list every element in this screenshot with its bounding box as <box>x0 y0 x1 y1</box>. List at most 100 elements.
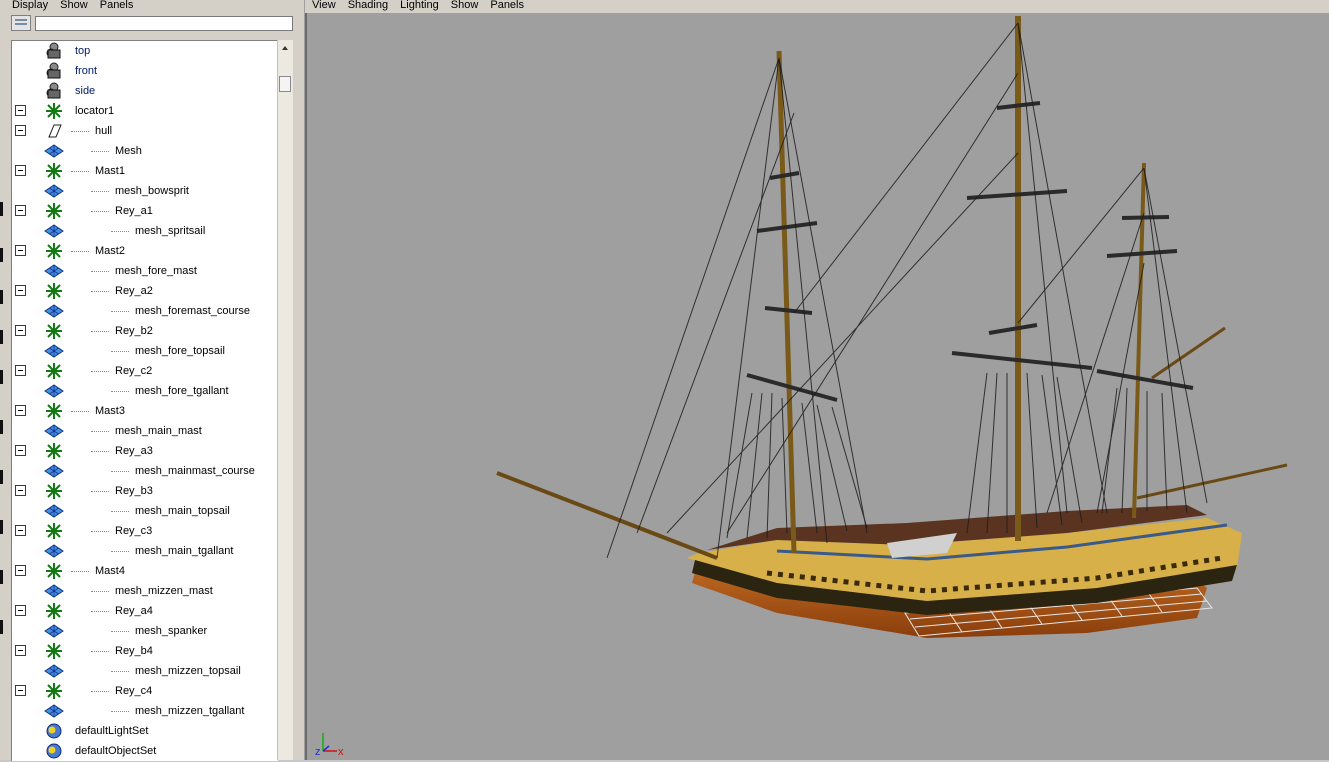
outliner-item-label: defaultLightSet <box>75 725 149 737</box>
menu-lighting[interactable]: Lighting <box>398 0 441 11</box>
collapse-toggle-icon[interactable] <box>15 205 26 216</box>
outliner-item-label: top <box>75 45 91 57</box>
menu-view[interactable]: View <box>310 0 338 11</box>
outliner-item-label: Rey_a2 <box>115 285 153 297</box>
search-input[interactable] <box>35 16 293 31</box>
outliner-item-front[interactable]: front <box>12 61 278 81</box>
set-icon <box>44 742 64 760</box>
outliner-item-label: Rey_c2 <box>115 365 153 377</box>
outliner-item-mesh-main-topsail[interactable]: mesh_main_topsail <box>12 501 278 521</box>
collapse-toggle-icon[interactable] <box>15 165 26 176</box>
outliner-item-defaultlightset[interactable]: defaultLightSet <box>12 721 278 741</box>
outliner-item-rey-a2[interactable]: Rey_a2 <box>12 281 278 301</box>
outliner-scrollbar[interactable] <box>277 40 293 760</box>
outliner-item-mesh-mizzen-topsail[interactable]: mesh_mizzen_topsail <box>12 661 278 681</box>
outliner-item-mesh-main-mast[interactable]: mesh_main_mast <box>12 421 278 441</box>
outliner-item-rey-a4[interactable]: Rey_a4 <box>12 601 278 621</box>
tree-connector <box>91 491 109 493</box>
outliner-item-rey-c2[interactable]: Rey_c2 <box>12 361 278 381</box>
locator-icon <box>44 682 64 700</box>
outliner-menubar: Display Show Panels <box>0 0 304 12</box>
tree-connector <box>91 451 109 453</box>
outliner-item-rey-b4[interactable]: Rey_b4 <box>12 641 278 661</box>
outliner-item-rey-b2[interactable]: Rey_b2 <box>12 321 278 341</box>
collapse-toggle-icon[interactable] <box>15 125 26 136</box>
outliner-item-side[interactable]: side <box>12 81 278 101</box>
outliner-item-rey-b3[interactable]: Rey_b3 <box>12 481 278 501</box>
locator-icon <box>44 482 64 500</box>
collapse-toggle-icon[interactable] <box>15 605 26 616</box>
outliner-item-mesh-bowsprit[interactable]: mesh_bowsprit <box>12 181 278 201</box>
outliner-item-mast1[interactable]: Mast1 <box>12 161 278 181</box>
collapse-toggle-icon[interactable] <box>15 405 26 416</box>
scroll-thumb[interactable] <box>279 76 291 92</box>
outliner-item-mesh-mizzen-tgallant[interactable]: mesh_mizzen_tgallant <box>12 701 278 721</box>
outliner-item-top[interactable]: top <box>12 41 278 61</box>
outliner-item-mesh-fore-mast[interactable]: mesh_fore_mast <box>12 261 278 281</box>
collapse-toggle-icon[interactable] <box>15 245 26 256</box>
outliner-item-mesh-mizzen-mast[interactable]: mesh_mizzen_mast <box>12 581 278 601</box>
outliner-item-label: mesh_main_tgallant <box>135 545 234 557</box>
outliner-item-mast2[interactable]: Mast2 <box>12 241 278 261</box>
collapse-toggle-icon[interactable] <box>15 565 26 576</box>
outliner-item-mesh-fore-topsail[interactable]: mesh_fore_topsail <box>12 341 278 361</box>
outliner-item-label: mesh_fore_tgallant <box>135 385 229 397</box>
tree-connector <box>91 611 109 613</box>
menu-shading[interactable]: Shading <box>346 0 390 11</box>
outliner-item-mesh-fore-tgallant[interactable]: mesh_fore_tgallant <box>12 381 278 401</box>
tree-connector <box>111 671 129 673</box>
outliner-item-rey-a1[interactable]: Rey_a1 <box>12 201 278 221</box>
edge-marker <box>0 570 3 584</box>
collapse-toggle-icon[interactable] <box>15 365 26 376</box>
collapse-toggle-icon[interactable] <box>15 685 26 696</box>
tree-connector <box>91 651 109 653</box>
outliner-item-locator1[interactable]: locator1 <box>12 101 278 121</box>
menu-show[interactable]: Show <box>57 0 91 11</box>
collapse-toggle-icon[interactable] <box>15 105 26 116</box>
mesh-icon <box>44 462 64 480</box>
tree-connector <box>111 631 129 633</box>
outliner-item-mesh[interactable]: Mesh <box>12 141 278 161</box>
gaff <box>1151 326 1226 380</box>
outliner-item-label: Mast3 <box>95 405 125 417</box>
outliner-item-hull[interactable]: hull <box>12 121 278 141</box>
outliner-item-label: Rey_a3 <box>115 445 153 457</box>
collapse-toggle-icon[interactable] <box>15 325 26 336</box>
menu-show[interactable]: Show <box>449 0 481 11</box>
collapse-toggle-icon[interactable] <box>15 445 26 456</box>
filter-icon[interactable] <box>11 15 31 31</box>
collapse-toggle-icon[interactable] <box>15 525 26 536</box>
menu-panels[interactable]: Panels <box>97 0 137 11</box>
camera-icon <box>44 82 64 100</box>
outliner-item-mesh-spanker[interactable]: mesh_spanker <box>12 621 278 641</box>
edge-marker <box>0 420 3 434</box>
outliner-item-rey-c4[interactable]: Rey_c4 <box>12 681 278 701</box>
bowsprit <box>496 471 718 560</box>
locator-icon <box>44 562 64 580</box>
tree-connector <box>91 431 109 433</box>
menu-panels[interactable]: Panels <box>488 0 526 11</box>
outliner-item-mast4[interactable]: Mast4 <box>12 561 278 581</box>
outliner-item-mast3[interactable]: Mast3 <box>12 401 278 421</box>
outliner-item-mesh-foremast-course[interactable]: mesh_foremast_course <box>12 301 278 321</box>
outliner-item-mesh-mainmast-course[interactable]: mesh_mainmast_course <box>12 461 278 481</box>
collapse-toggle-icon[interactable] <box>15 285 26 296</box>
outliner-item-rey-a3[interactable]: Rey_a3 <box>12 441 278 461</box>
outliner-item-defaultobjectset[interactable]: defaultObjectSet <box>12 741 278 761</box>
locator-icon <box>44 242 64 260</box>
scroll-up-arrow-icon[interactable] <box>278 40 293 58</box>
outliner-item-label: mesh_main_topsail <box>135 505 230 517</box>
outliner-item-rey-c3[interactable]: Rey_c3 <box>12 521 278 541</box>
mesh-icon <box>44 222 64 240</box>
tree-connector <box>111 311 129 313</box>
edge-marker <box>0 370 3 384</box>
ship-model[interactable] <box>307 13 1329 760</box>
menu-display[interactable]: Display <box>9 0 51 11</box>
collapse-toggle-icon[interactable] <box>15 645 26 656</box>
outliner-item-mesh-main-tgallant[interactable]: mesh_main_tgallant <box>12 541 278 561</box>
3d-viewport[interactable]: z x <box>305 13 1329 760</box>
outliner-item-mesh-spritsail[interactable]: mesh_spritsail <box>12 221 278 241</box>
outliner-item-label: mesh_main_mast <box>115 425 202 437</box>
axis-gizmo-icon <box>322 733 337 752</box>
collapse-toggle-icon[interactable] <box>15 485 26 496</box>
